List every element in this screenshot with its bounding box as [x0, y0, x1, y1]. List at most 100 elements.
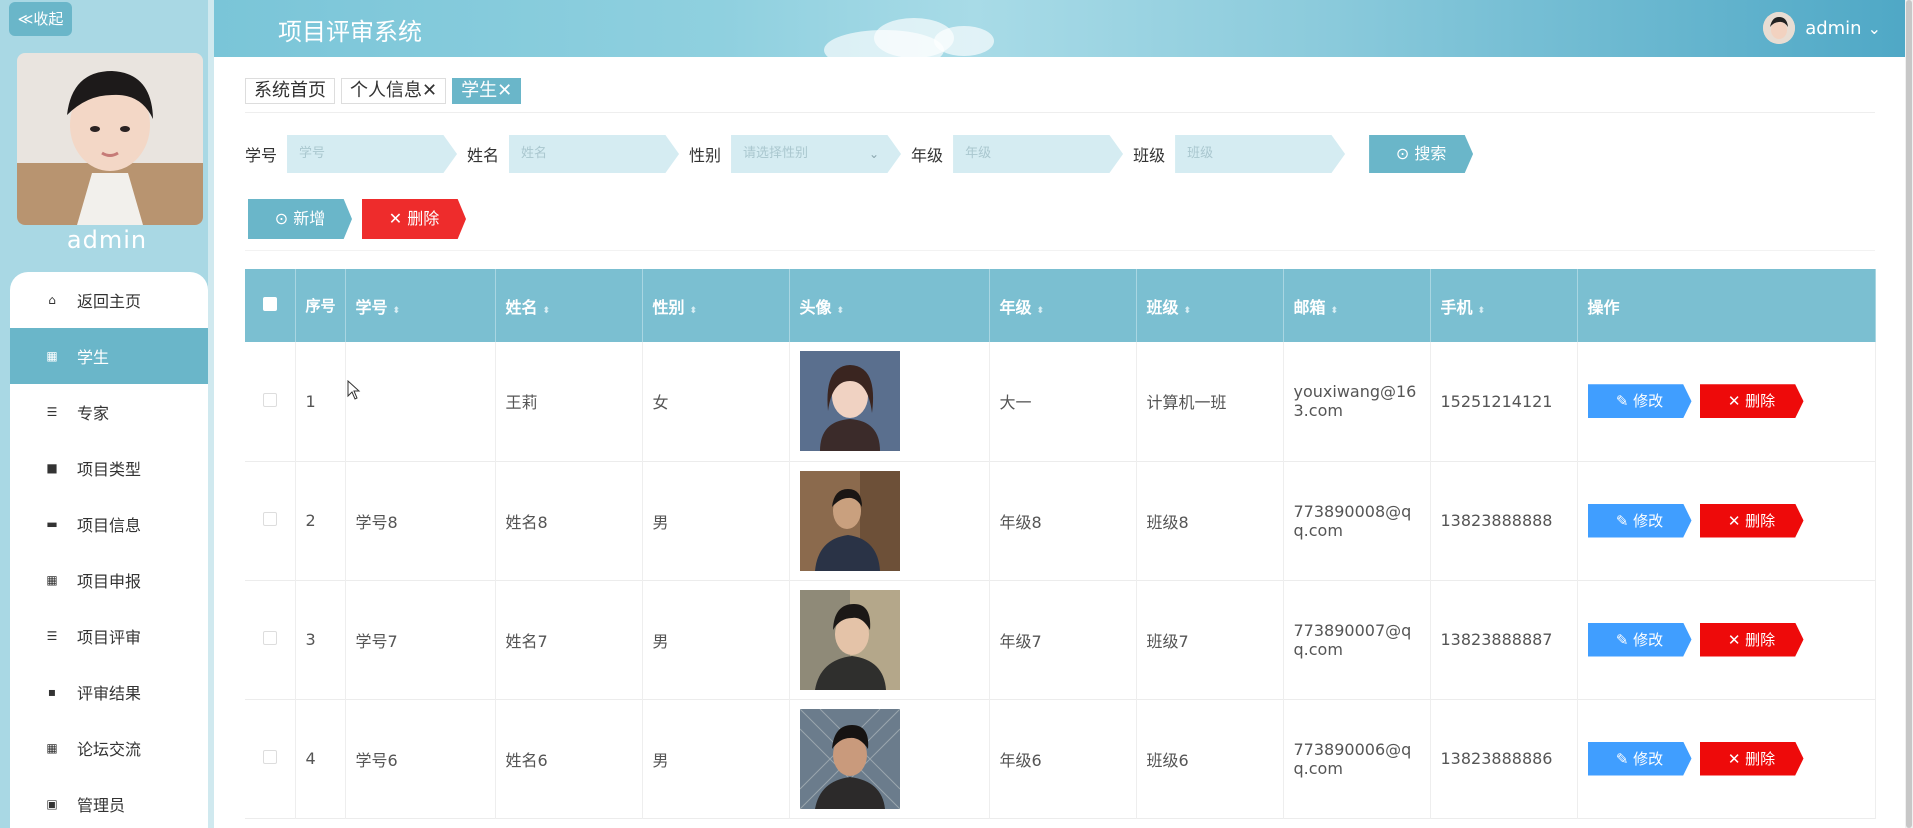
grade-input[interactable]: 年级: [953, 135, 1124, 173]
sidebar-item-project-info[interactable]: ▬ 项目信息: [10, 496, 208, 552]
gender-select[interactable]: 请选择性别 ⌄: [731, 135, 902, 173]
delete-button[interactable]: ✕ 删除: [1699, 622, 1804, 657]
student-photo[interactable]: [799, 589, 900, 690]
search-form: 学号 学号 姓名 姓名 性别 请选择性别 ⌄ 年级 年级 班级 班级 ⊙ 搜索: [245, 135, 1474, 173]
sort-icon: ⬍: [392, 305, 401, 316]
page-scrollbar[interactable]: [1906, 0, 1912, 828]
cell-phone: 13823888886: [1430, 699, 1578, 818]
sidebar-item-label: 学生: [77, 348, 110, 367]
sidebar-item-review-result[interactable]: ▪ 评审结果: [10, 664, 208, 720]
delete-button[interactable]: ✕ 删除: [1699, 741, 1804, 776]
student-photo[interactable]: [799, 351, 900, 452]
edit-button[interactable]: ✎ 修改: [1587, 503, 1692, 538]
tab-profile[interactable]: 个人信息✕: [341, 78, 447, 104]
cell-gender: 男: [642, 699, 790, 818]
col-email[interactable]: 邮箱 ⬍: [1283, 269, 1431, 342]
sort-icon: ⬍: [836, 305, 845, 316]
cell-grade: 年级7: [989, 580, 1137, 699]
cell-grade: 大一: [989, 342, 1137, 461]
sidebar-item-forum[interactable]: ▦ 论坛交流: [10, 720, 208, 776]
chevron-down-icon: ⌄: [1867, 18, 1881, 38]
row-checkbox[interactable]: [262, 512, 277, 526]
sidebar-item-label: 项目申报: [77, 572, 142, 591]
row-checkbox[interactable]: [262, 392, 277, 407]
cell-actions: ✎ 修改 ✕ 删除: [1577, 342, 1876, 461]
list-icon: ☰: [46, 405, 58, 419]
col-grade[interactable]: 年级 ⬍: [989, 269, 1137, 342]
student-id-input[interactable]: 学号: [287, 135, 458, 173]
sidebar-item-project-apply[interactable]: ▦ 项目申报: [10, 552, 208, 608]
edit-button[interactable]: ✎ 修改: [1587, 622, 1692, 657]
briefcase-icon: ■: [46, 461, 58, 475]
col-gender[interactable]: 性别 ⬍: [642, 269, 790, 342]
cell-actions: ✎ 修改 ✕ 删除: [1577, 699, 1876, 818]
col-actions: 操作: [1577, 269, 1876, 342]
student-photo[interactable]: [799, 708, 900, 809]
header-cloud: [934, 26, 994, 56]
student-table: 序号 学号 ⬍ 姓名 ⬍ 性别 ⬍ 头像 ⬍ 年级 ⬍ 班级 ⬍ 邮箱 ⬍ 手机 ⬍ 操作 1 …: [245, 269, 1876, 819]
sort-icon: ⬍: [1330, 305, 1339, 316]
home-icon: ⌂: [48, 293, 56, 307]
cell-student-id: 学号8: [345, 461, 496, 580]
row-checkbox[interactable]: [262, 750, 277, 764]
row-select-cell: [245, 699, 296, 818]
sort-icon: ⬍: [1183, 305, 1192, 316]
top-header: 项目评审系统 admin ⌄: [214, 0, 1905, 57]
row-select-cell: [245, 461, 296, 580]
cell-name: 姓名8: [495, 461, 643, 580]
col-student-id[interactable]: 学号 ⬍: [345, 269, 496, 342]
row-select-cell: [245, 342, 296, 461]
table-header: 序号 学号 ⬍ 姓名 ⬍ 性别 ⬍ 头像 ⬍ 年级 ⬍ 班级 ⬍ 邮箱 ⬍ 手机 ⬍ 操作: [245, 269, 1876, 342]
sort-icon: ⬍: [1036, 305, 1045, 316]
cell-actions: ✎ 修改 ✕ 删除: [1577, 461, 1876, 580]
sidebar-item-label: 论坛交流: [77, 740, 142, 759]
apps-icon: ▦: [46, 573, 58, 587]
sidebar-item-admin[interactable]: ▣ 管理员: [10, 776, 208, 828]
cell-class: 班级8: [1136, 461, 1284, 580]
user-menu[interactable]: admin ⌄: [1763, 12, 1881, 44]
sidebar-item-project-type[interactable]: ■ 项目类型: [10, 440, 208, 496]
sort-icon: ⬍: [689, 305, 698, 316]
cell-class: 班级6: [1136, 699, 1284, 818]
gender-select-placeholder: 请选择性别: [743, 146, 809, 161]
sidebar-item-student[interactable]: ▦ 学生: [10, 328, 208, 384]
student-photo[interactable]: [799, 470, 900, 571]
search-button[interactable]: ⊙ 搜索: [1369, 135, 1474, 173]
cell-phone: 15251214121: [1430, 342, 1578, 461]
sidebar-scrollbar[interactable]: [208, 0, 214, 828]
name-input[interactable]: 姓名: [509, 135, 680, 173]
cell-email: youxiwang@163.com: [1283, 342, 1431, 461]
edit-button[interactable]: ✎ 修改: [1587, 741, 1692, 776]
select-all-checkbox[interactable]: [262, 297, 277, 311]
class-input[interactable]: 班级: [1175, 135, 1346, 173]
col-phone[interactable]: 手机 ⬍: [1430, 269, 1578, 342]
edit-button[interactable]: ✎ 修改: [1587, 384, 1692, 419]
cell-phone: 13823888888: [1430, 461, 1578, 580]
sidebar-item-expert[interactable]: ☰ 专家: [10, 384, 208, 440]
select-all-cell: [245, 269, 296, 342]
add-button[interactable]: ⊙ 新增: [248, 199, 352, 239]
sidebar-item-label: 评审结果: [77, 684, 142, 703]
sidebar-item-label: 项目信息: [77, 516, 142, 535]
col-class[interactable]: 班级 ⬍: [1136, 269, 1284, 342]
cell-gender: 男: [642, 461, 790, 580]
header-avatar: [1763, 12, 1796, 44]
sidebar-item-home[interactable]: ⌂ 返回主页: [10, 272, 208, 328]
sidebar-item-project-review[interactable]: ☰ 项目评审: [10, 608, 208, 664]
collapse-button[interactable]: ≪收起: [9, 2, 72, 36]
name-label: 姓名: [467, 146, 500, 165]
cell-index: 4: [295, 699, 346, 818]
batch-delete-button[interactable]: ✕ 删除: [362, 199, 466, 239]
class-label: 班级: [1133, 146, 1166, 165]
delete-button[interactable]: ✕ 删除: [1699, 503, 1804, 538]
col-label: 班级: [1146, 297, 1179, 317]
delete-button[interactable]: ✕ 删除: [1699, 384, 1804, 419]
col-name[interactable]: 姓名 ⬍: [495, 269, 643, 342]
tab-home[interactable]: 系统首页: [245, 78, 335, 104]
divider: [245, 112, 1875, 113]
tab-student[interactable]: 学生✕: [452, 78, 522, 104]
grade-label: 年级: [911, 146, 944, 165]
chevron-down-icon: ⌄: [868, 147, 880, 161]
col-avatar[interactable]: 头像 ⬍: [789, 269, 990, 342]
row-checkbox[interactable]: [262, 631, 277, 645]
